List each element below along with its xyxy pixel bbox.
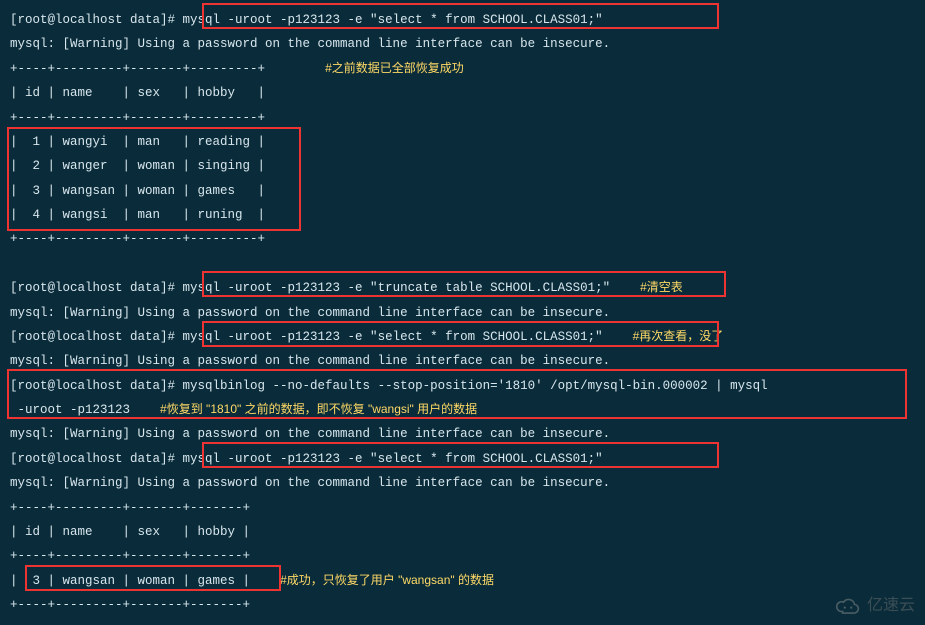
prompt: [root@localhost data]# xyxy=(10,330,183,344)
tbl1-hdr: | id | name | sex | hobby | xyxy=(10,81,915,105)
warn-3: mysql: [Warning] Using a password on the… xyxy=(10,349,915,373)
annot-4: #恢复到 "1810" 之前的数据，即不恢复 "wangsi" 用户的数据 xyxy=(160,402,477,416)
tbl1-r4: | 4 | wangsi | man | runing | xyxy=(10,203,915,227)
warn-4: mysql: [Warning] Using a password on the… xyxy=(10,422,915,446)
cmd-line-5: [root@localhost data]# mysql -uroot -p12… xyxy=(10,447,915,471)
tbl1-hr-mid: +----+---------+-------+---------+ xyxy=(10,106,915,130)
warn-2: mysql: [Warning] Using a password on the… xyxy=(10,301,915,325)
cmd-line-1: [root@localhost data]# mysql -uroot -p12… xyxy=(10,8,915,32)
warn-5: mysql: [Warning] Using a password on the… xyxy=(10,471,915,495)
prompt: [root@localhost data]# xyxy=(10,281,183,295)
tbl1-r2: | 2 | wanger | woman | singing | xyxy=(10,154,915,178)
tbl2-r3: | 3 | wangsan | woman | games | #成功，只恢复了… xyxy=(10,569,915,593)
prompt: [root@localhost data]# xyxy=(10,13,183,27)
cmd-line-4b: -uroot -p123123 #恢复到 "1810" 之前的数据，即不恢复 "… xyxy=(10,398,915,422)
cmd-line-2: [root@localhost data]# mysql -uroot -p12… xyxy=(10,276,915,300)
prompt: [root@localhost data]# xyxy=(10,379,183,393)
tbl1-r1: | 1 | wangyi | man | reading | xyxy=(10,130,915,154)
prompt: [root@localhost data]# xyxy=(10,452,183,466)
annot-1: #之前数据已全部恢复成功 xyxy=(325,61,464,75)
tbl1-hr-bot: +----+---------+-------+---------+ xyxy=(10,227,915,251)
cmd-text: mysql -uroot -p123123 -e "select * from … xyxy=(183,330,603,344)
tbl2-hr-bot: +----+---------+-------+-------+ xyxy=(10,593,915,617)
cmd-text: mysql -uroot -p123123 -e "truncate table… xyxy=(183,281,611,295)
tbl2-hr-mid: +----+---------+-------+-------+ xyxy=(10,544,915,568)
tbl1-r3: | 3 | wangsan | woman | games | xyxy=(10,179,915,203)
tbl2-hdr: | id | name | sex | hobby | xyxy=(10,520,915,544)
annot-3: #再次查看，没了 xyxy=(633,329,724,343)
annot-2: #清空表 xyxy=(640,280,683,294)
blank-1 xyxy=(10,252,915,276)
cmd-text: mysql -uroot -p123123 -e "select * from … xyxy=(183,13,603,27)
cmd-line-3: [root@localhost data]# mysql -uroot -p12… xyxy=(10,325,915,349)
tbl2-hr-top: +----+---------+-------+-------+ xyxy=(10,496,915,520)
tbl1-hr-top: +----+---------+-------+---------+ #之前数据… xyxy=(10,57,915,81)
cmd-text: mysql -uroot -p123123 -e "select * from … xyxy=(183,452,603,466)
annot-5: #成功，只恢复了用户 "wangsan" 的数据 xyxy=(280,573,494,587)
cmd-text: mysqlbinlog --no-defaults --stop-positio… xyxy=(183,379,776,393)
warn-1: mysql: [Warning] Using a password on the… xyxy=(10,32,915,56)
cmd-cont: -uroot -p123123 xyxy=(10,403,130,417)
cmd-line-4a: [root@localhost data]# mysqlbinlog --no-… xyxy=(10,374,915,398)
